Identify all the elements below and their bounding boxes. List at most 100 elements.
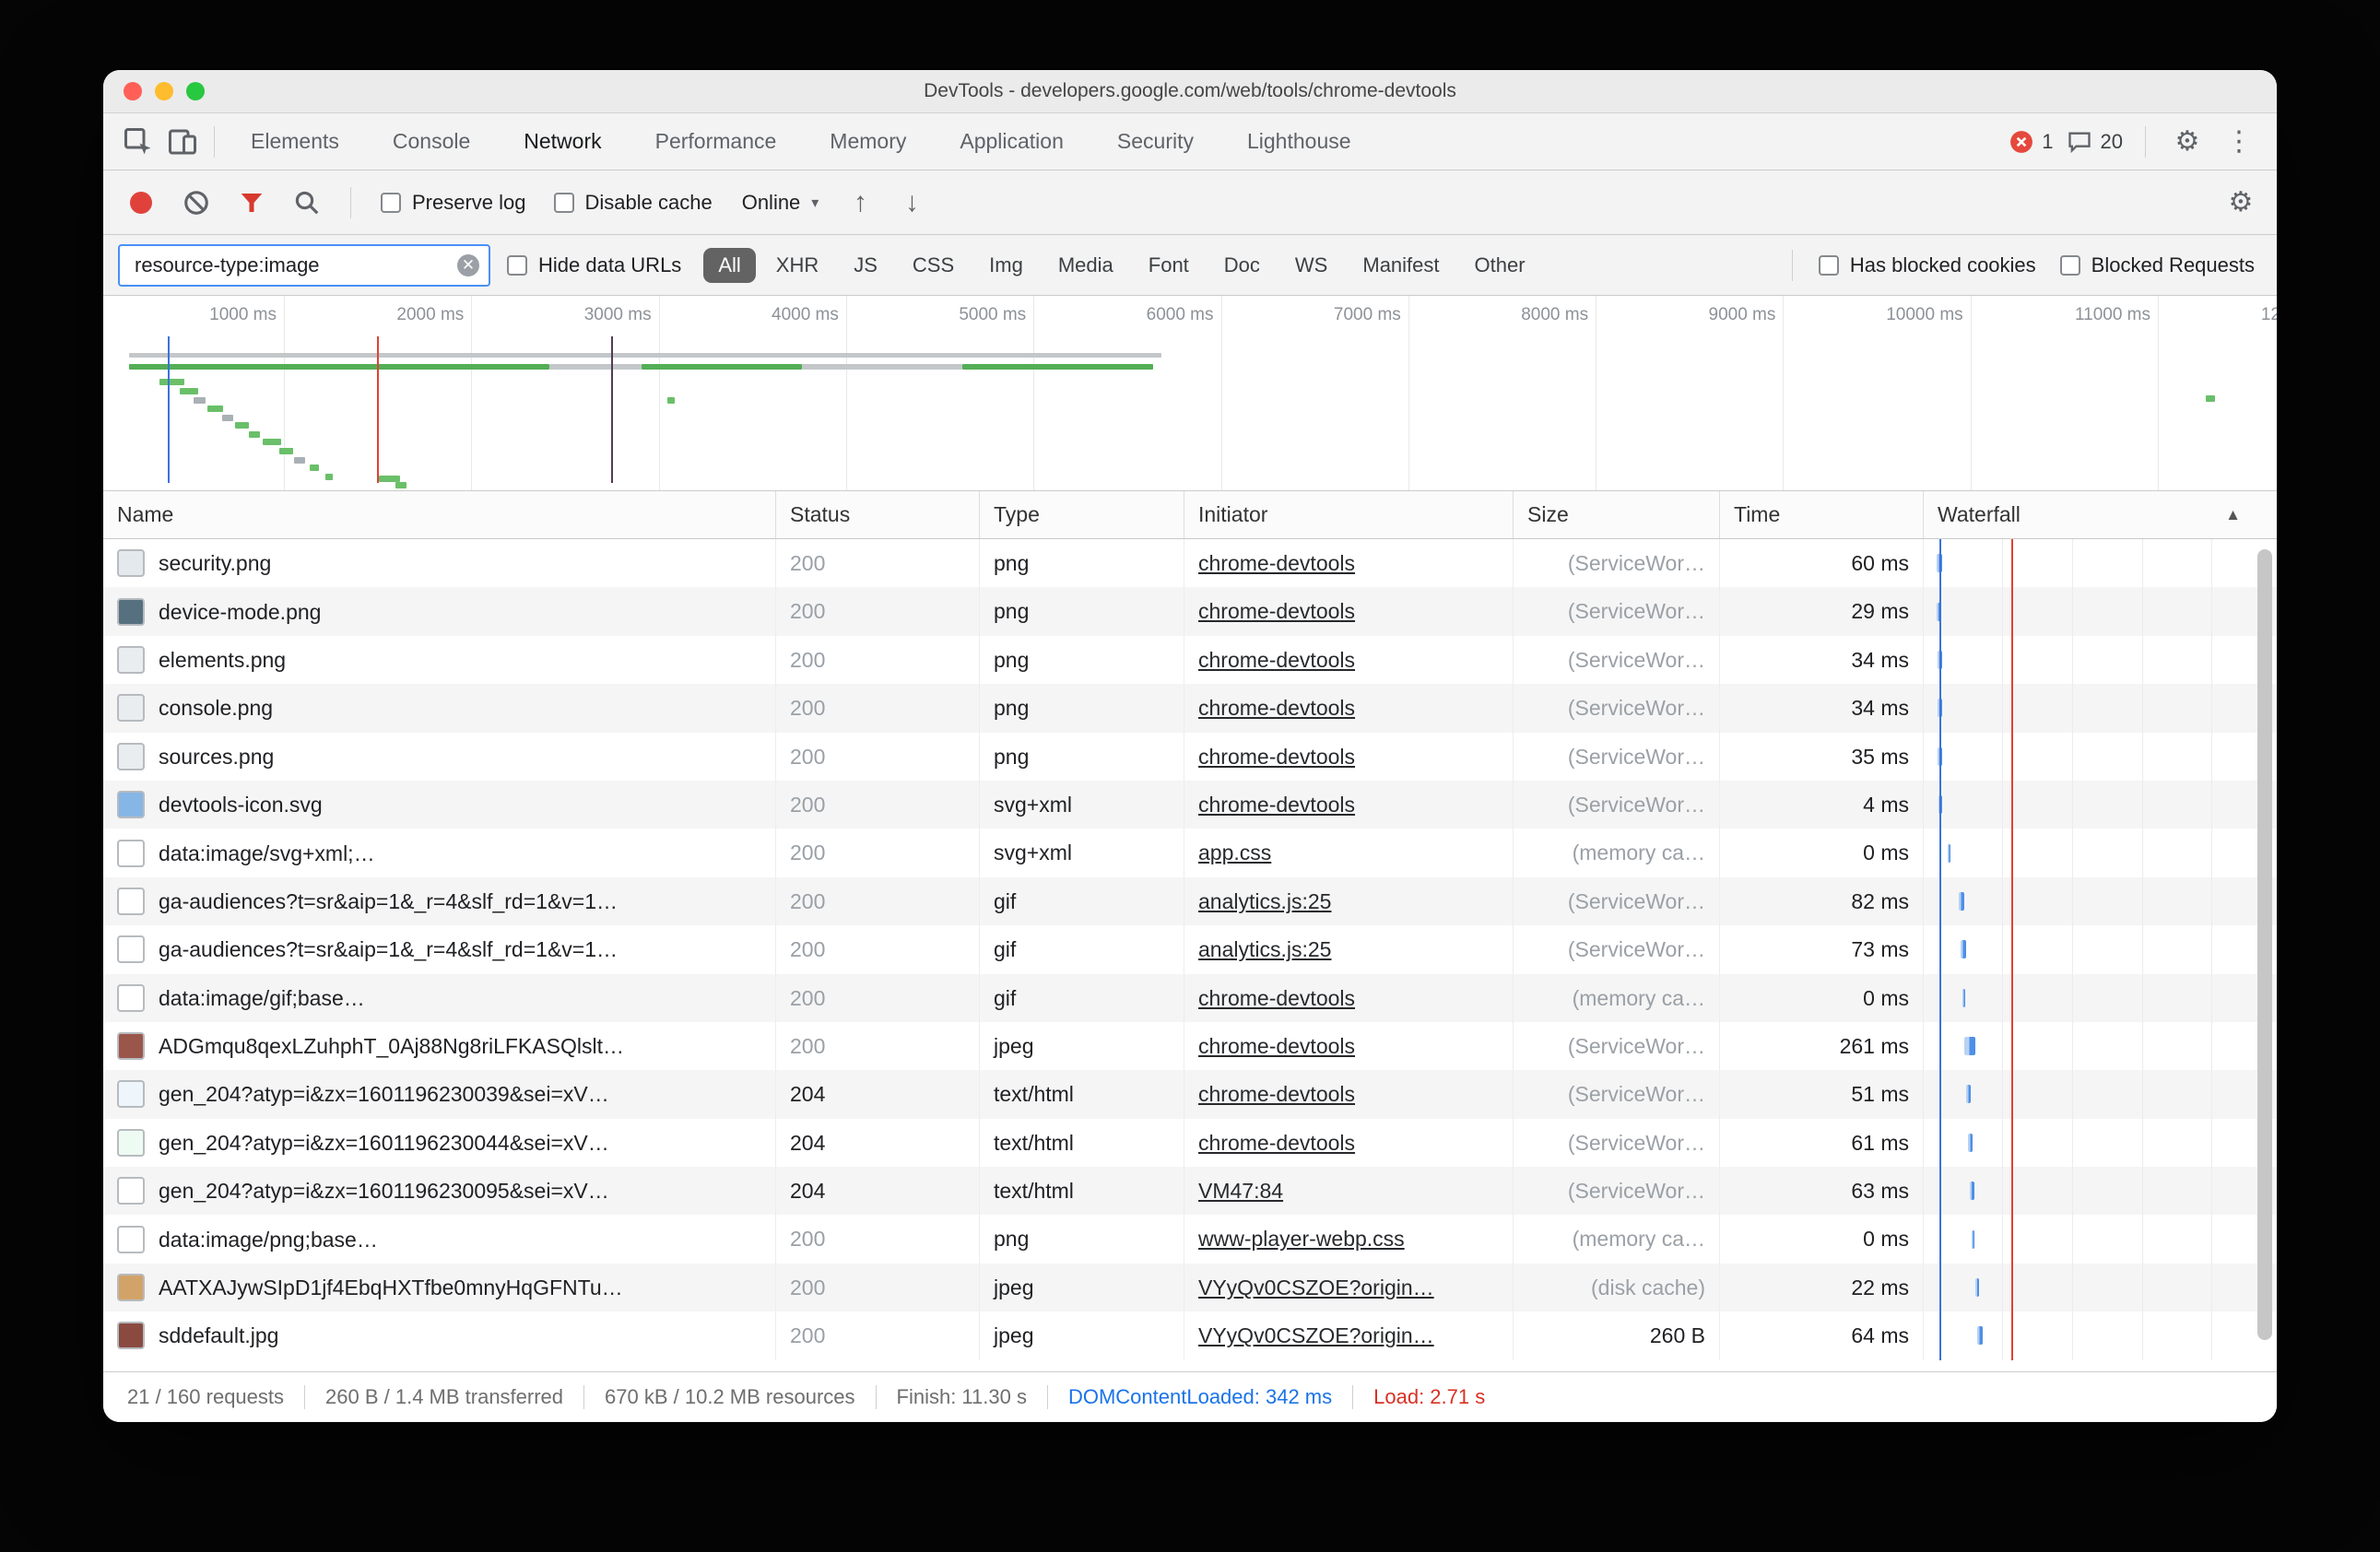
initiator-link[interactable]: analytics.js:25 bbox=[1198, 937, 1331, 961]
initiator-link[interactable]: analytics.js:25 bbox=[1198, 889, 1331, 913]
tab-lighthouse[interactable]: Lighthouse bbox=[1220, 113, 1378, 170]
filter-pill-ws[interactable]: WS bbox=[1280, 248, 1342, 283]
table-row[interactable]: elements.png 200 png chrome-devtools (Se… bbox=[103, 636, 2277, 684]
column-header-type[interactable]: Type bbox=[980, 491, 1184, 538]
has-blocked-cookies-checkbox[interactable]: Has blocked cookies bbox=[1819, 253, 2036, 277]
filter-pill-img[interactable]: Img bbox=[974, 248, 1038, 283]
filter-pill-doc[interactable]: Doc bbox=[1209, 248, 1275, 283]
filter-pill-js[interactable]: JS bbox=[839, 248, 892, 283]
table-row[interactable]: gen_204?atyp=i&zx=1601196230095&sei=xV… … bbox=[103, 1167, 2277, 1215]
table-row[interactable]: sources.png 200 png chrome-devtools (Ser… bbox=[103, 733, 2277, 781]
filter-pill-css[interactable]: CSS bbox=[898, 248, 969, 283]
table-row[interactable]: ga-audiences?t=sr&aip=1&_r=4&slf_rd=1&v=… bbox=[103, 877, 2277, 925]
request-name: gen_204?atyp=i&zx=1601196230044&sei=xV… bbox=[159, 1119, 761, 1167]
table-row[interactable]: gen_204?atyp=i&zx=1601196230044&sei=xV… … bbox=[103, 1119, 2277, 1167]
tab-performance[interactable]: Performance bbox=[629, 113, 804, 170]
table-row[interactable]: gen_204?atyp=i&zx=1601196230039&sei=xV… … bbox=[103, 1070, 2277, 1118]
time-cell: 34 ms bbox=[1720, 684, 1924, 732]
initiator-link[interactable]: chrome-devtools bbox=[1198, 599, 1355, 623]
initiator-link[interactable]: chrome-devtools bbox=[1198, 745, 1355, 769]
throttling-select[interactable]: Online ▾ bbox=[733, 191, 829, 215]
initiator-cell: chrome-devtools bbox=[1184, 781, 1514, 829]
tab-console[interactable]: Console bbox=[366, 113, 497, 170]
tab-memory[interactable]: Memory bbox=[803, 113, 933, 170]
name-cell: gen_204?atyp=i&zx=1601196230095&sei=xV… bbox=[103, 1167, 776, 1215]
initiator-link[interactable]: app.css bbox=[1198, 841, 1271, 864]
initiator-link[interactable]: VYyQv0CSZOE?origin… bbox=[1198, 1323, 1434, 1347]
table-row[interactable]: sddefault.jpg 200 jpeg VYyQv0CSZOE?origi… bbox=[103, 1311, 2277, 1359]
close-window-button[interactable] bbox=[124, 82, 142, 100]
settings-gear-icon[interactable]: ⚙ bbox=[2168, 123, 2207, 161]
table-row[interactable]: data:image/png;base… 200 png www-player-… bbox=[103, 1215, 2277, 1263]
console-message-badge[interactable]: 20 bbox=[2067, 129, 2123, 155]
initiator-link[interactable]: VM47:84 bbox=[1198, 1179, 1283, 1203]
preserve-log-checkbox[interactable]: Preserve log bbox=[381, 191, 526, 215]
minimize-window-button[interactable] bbox=[155, 82, 173, 100]
initiator-link[interactable]: chrome-devtools bbox=[1198, 986, 1355, 1010]
table-row[interactable]: ga-audiences?t=sr&aip=1&_r=4&slf_rd=1&v=… bbox=[103, 925, 2277, 973]
initiator-cell: chrome-devtools bbox=[1184, 587, 1514, 635]
table-row[interactable]: ADGmqu8qexLZuhphT_0Aj88Ng8riLFKASQlslt… … bbox=[103, 1022, 2277, 1070]
initiator-link[interactable]: www-player-webp.css bbox=[1198, 1227, 1405, 1251]
hide-data-urls-checkbox[interactable]: Hide data URLs bbox=[507, 253, 681, 277]
clear-button[interactable] bbox=[175, 182, 218, 224]
tab-application[interactable]: Application bbox=[933, 113, 1090, 170]
export-har-icon[interactable]: ↓ bbox=[892, 183, 931, 222]
filter-pill-other[interactable]: Other bbox=[1460, 248, 1540, 283]
more-options-icon[interactable]: ⋮ bbox=[2220, 123, 2258, 161]
record-button[interactable] bbox=[120, 182, 162, 224]
waterfall-cell bbox=[1924, 1119, 2277, 1167]
time-cell: 4 ms bbox=[1720, 781, 1924, 829]
column-header-waterfall[interactable]: Waterfall▲ bbox=[1924, 491, 2277, 538]
fullscreen-window-button[interactable] bbox=[186, 82, 205, 100]
table-row[interactable]: data:image/svg+xml;… 200 svg+xml app.css… bbox=[103, 829, 2277, 876]
initiator-link[interactable]: chrome-devtools bbox=[1198, 1131, 1355, 1155]
initiator-link[interactable]: chrome-devtools bbox=[1198, 793, 1355, 817]
initiator-link[interactable]: chrome-devtools bbox=[1198, 1034, 1355, 1058]
initiator-link[interactable]: VYyQv0CSZOE?origin… bbox=[1198, 1276, 1434, 1299]
tab-security[interactable]: Security bbox=[1090, 113, 1220, 170]
clear-filter-icon[interactable]: ✕ bbox=[457, 254, 479, 276]
column-header-size[interactable]: Size bbox=[1514, 491, 1720, 538]
column-header-name[interactable]: Name bbox=[103, 491, 776, 538]
blocked-requests-checkbox[interactable]: Blocked Requests bbox=[2060, 253, 2255, 277]
initiator-link[interactable]: chrome-devtools bbox=[1198, 696, 1355, 720]
filter-pill-xhr[interactable]: XHR bbox=[761, 248, 833, 283]
table-row[interactable]: console.png 200 png chrome-devtools (Ser… bbox=[103, 684, 2277, 732]
table-row[interactable]: AATXAJywSIpD1jf4EbqHXTfbe0mnyHqGFNTu… 20… bbox=[103, 1264, 2277, 1311]
checkbox-box bbox=[2060, 255, 2080, 276]
search-button[interactable] bbox=[286, 182, 328, 224]
table-row[interactable]: devtools-icon.svg 200 svg+xml chrome-dev… bbox=[103, 781, 2277, 829]
tab-elements[interactable]: Elements bbox=[224, 113, 366, 170]
inspect-element-icon[interactable] bbox=[116, 121, 160, 163]
funnel-icon bbox=[238, 189, 265, 217]
error-count-badge[interactable]: 1 bbox=[2009, 130, 2053, 154]
initiator-link[interactable]: chrome-devtools bbox=[1198, 648, 1355, 672]
initiator-link[interactable]: chrome-devtools bbox=[1198, 551, 1355, 575]
table-row[interactable]: device-mode.png 200 png chrome-devtools … bbox=[103, 587, 2277, 635]
type-cell: png bbox=[980, 733, 1184, 781]
tab-network[interactable]: Network bbox=[497, 113, 628, 170]
size-cell: (ServiceWor… bbox=[1514, 781, 1720, 829]
device-toolbar-icon[interactable] bbox=[160, 121, 205, 163]
column-header-status[interactable]: Status bbox=[776, 491, 980, 538]
disable-cache-checkbox[interactable]: Disable cache bbox=[554, 191, 713, 215]
initiator-cell: VYyQv0CSZOE?origin… bbox=[1184, 1264, 1514, 1311]
filter-pill-media[interactable]: Media bbox=[1043, 248, 1128, 283]
filter-pill-font[interactable]: Font bbox=[1134, 248, 1204, 283]
waterfall-cell bbox=[1924, 636, 2277, 684]
filter-toggle-button[interactable] bbox=[230, 182, 273, 224]
filter-pill-all[interactable]: All bbox=[703, 248, 755, 283]
table-row[interactable]: data:image/gif;base… 200 gif chrome-devt… bbox=[103, 974, 2277, 1022]
initiator-link[interactable]: chrome-devtools bbox=[1198, 1082, 1355, 1106]
filter-pill-manifest[interactable]: Manifest bbox=[1348, 248, 1454, 283]
vertical-scrollbar[interactable] bbox=[2257, 549, 2272, 1340]
filter-input[interactable] bbox=[133, 253, 457, 278]
network-settings-gear-icon[interactable]: ⚙ bbox=[2221, 183, 2260, 222]
column-header-time[interactable]: Time bbox=[1720, 491, 1924, 538]
import-har-icon[interactable]: ↑ bbox=[841, 183, 879, 222]
request-name: device-mode.png bbox=[159, 588, 761, 636]
table-row[interactable]: security.png 200 png chrome-devtools (Se… bbox=[103, 539, 2277, 587]
network-overview-timeline[interactable]: 1000 ms2000 ms3000 ms4000 ms5000 ms6000 … bbox=[103, 296, 2277, 490]
column-header-initiator[interactable]: Initiator bbox=[1184, 491, 1514, 538]
